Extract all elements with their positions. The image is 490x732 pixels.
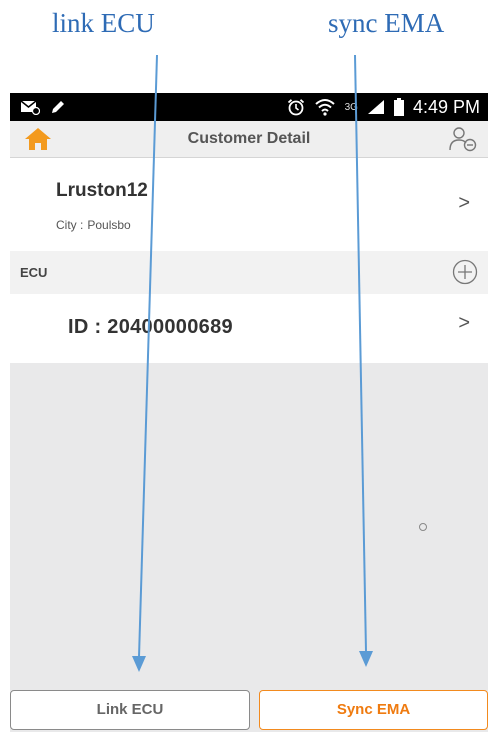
city-label: City : bbox=[56, 218, 84, 232]
annotation-link-ecu: link ECU bbox=[52, 8, 155, 38]
customer-name: Lruston12 bbox=[56, 180, 148, 201]
status-bar: 3G 4:49 PM bbox=[10, 93, 488, 121]
city-value: Poulsbo bbox=[87, 218, 131, 232]
ecu-id: ID : 20400000689 bbox=[68, 316, 233, 338]
alarm-icon bbox=[287, 99, 304, 116]
app-bar: Customer Detail bbox=[10, 121, 488, 158]
customer-city: City : Poulsbo bbox=[56, 218, 135, 232]
battery-icon bbox=[393, 98, 404, 116]
email-icon bbox=[20, 100, 40, 115]
wifi-icon bbox=[314, 99, 335, 116]
sync-ema-button[interactable]: Sync EMA bbox=[259, 690, 488, 730]
customer-row[interactable]: Lruston12 City : Poulsbo > bbox=[10, 158, 488, 251]
page-title: Customer Detail bbox=[187, 130, 311, 147]
chevron-right-icon: > bbox=[458, 192, 470, 214]
link-ecu-button[interactable]: Link ECU bbox=[10, 690, 250, 730]
small-dot bbox=[419, 523, 427, 531]
network-type: 3G bbox=[344, 101, 358, 113]
annotation-sync-ema: sync EMA bbox=[328, 8, 445, 38]
phone-screen: 3G 4:49 PM Customer Detail Lruston12 Cit… bbox=[10, 93, 488, 732]
plus-circle-icon[interactable] bbox=[452, 259, 478, 285]
user-remove-icon[interactable] bbox=[448, 126, 478, 152]
signal-icon bbox=[367, 100, 384, 114]
clock-time: 4:49 PM bbox=[412, 96, 480, 117]
chevron-right-icon: > bbox=[458, 312, 470, 334]
edit-icon bbox=[52, 101, 64, 113]
section-title: ECU bbox=[20, 265, 48, 280]
ecu-list-item[interactable]: ID : 20400000689 > bbox=[10, 294, 488, 363]
ecu-section-header: ECU bbox=[10, 251, 488, 294]
